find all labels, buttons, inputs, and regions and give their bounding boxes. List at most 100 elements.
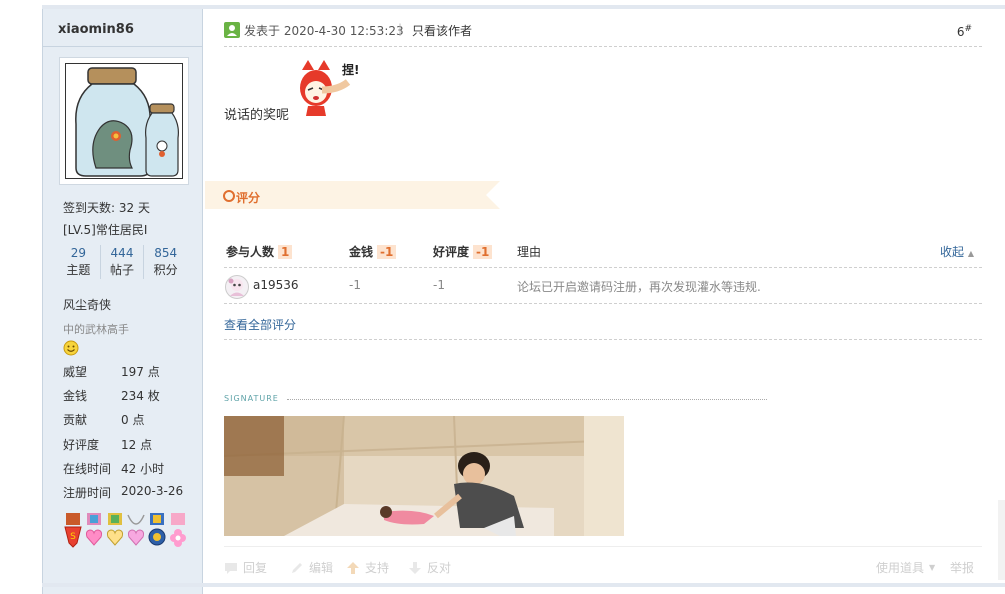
rater-reputation: -1	[433, 278, 445, 292]
rater-money: -1	[349, 278, 361, 292]
post-actions: 回复 编辑 支持 反对 使用道具 ▼ 举报	[224, 546, 982, 584]
reply-label: 回复	[243, 561, 268, 575]
oppose-label: 反对	[427, 561, 452, 575]
rater-username[interactable]: a19536	[253, 278, 299, 292]
stat-points[interactable]: 854 积分	[144, 245, 187, 279]
signature-image	[224, 416, 624, 536]
bottom-divider	[42, 583, 1005, 587]
money-label: 金钱	[349, 245, 374, 259]
use-tool-button[interactable]: 使用道具 ▼	[876, 559, 935, 576]
edit-label: 编辑	[309, 561, 334, 575]
participants-count: 1	[278, 245, 293, 259]
stat-posts-count: 444	[110, 246, 134, 260]
user-group-sub: 中的武林高手	[63, 323, 129, 336]
post-time: 发表于 2020-4-30 12:53:23	[244, 24, 404, 38]
rating-participants-header: 参与人数 1	[226, 243, 293, 260]
only-author-link[interactable]: 只看该作者	[412, 22, 472, 39]
rating-circle-icon	[223, 190, 235, 202]
online-status-icon	[224, 22, 240, 38]
profile-value: 2020-3-26	[121, 484, 184, 498]
sidebar-divider	[43, 46, 202, 47]
use-tool-label: 使用道具	[876, 561, 925, 575]
stat-posts-label: 帖子	[110, 263, 135, 277]
profile-key: 金钱	[63, 389, 88, 403]
signature-label: SIGNATURE	[224, 394, 279, 403]
medals: S	[63, 513, 188, 549]
support-label: 支持	[365, 561, 390, 575]
stat-points-count: 854	[154, 246, 178, 260]
money-total: -1	[377, 245, 397, 259]
user-stats: 29 主题 444 帖子 854 积分	[57, 245, 187, 279]
profile-key: 在线时间	[63, 462, 112, 476]
reputation-total: -1	[473, 245, 493, 259]
avatar-image	[65, 63, 183, 179]
author-username[interactable]: xiaomin86	[58, 22, 134, 37]
profile-value: 197 点	[121, 365, 160, 379]
report-label: 举报	[950, 561, 975, 575]
report-button[interactable]: 举报	[950, 559, 974, 576]
profile-key: 威望	[63, 365, 88, 379]
medal-necklace-icon[interactable]	[126, 513, 146, 549]
author-avatar[interactable]	[59, 57, 189, 185]
post-content: 说话的奖呢	[224, 108, 290, 123]
profile-contribution: 贡献 0 点	[63, 411, 144, 428]
profile-key: 贡献	[63, 413, 88, 427]
medal-flower-icon[interactable]	[168, 513, 188, 549]
profile-money: 金钱 234 枚	[63, 387, 160, 404]
rating-title: 评分	[236, 191, 261, 205]
reputation-label: 好评度	[433, 245, 470, 259]
user-level[interactable]: [LV.5]常住居民I	[63, 221, 147, 238]
rating-reason-header: 理由	[517, 245, 542, 259]
medal-gem-icon[interactable]	[105, 513, 125, 549]
scrollbar-fragment[interactable]	[998, 500, 1005, 580]
pencil-icon	[290, 561, 304, 575]
stat-points-label: 积分	[153, 263, 178, 277]
user-group[interactable]: 风尘奇侠	[63, 296, 111, 313]
author-sidebar: xiaomin86 签到天数: 32 天 [LV.5]常住居民I 29 主题 4…	[42, 9, 203, 594]
collapse-label: 收起	[940, 245, 965, 259]
profile-value: 42 小时	[121, 462, 165, 476]
smiley-icon	[63, 340, 79, 359]
view-all-ratings-link[interactable]: 查看全部评分	[224, 316, 982, 340]
profile-value: 0 点	[121, 413, 145, 427]
oppose-button[interactable]: 反对	[408, 559, 451, 576]
rating-reputation-header: 好评度 -1	[433, 243, 493, 260]
profile-value: 12 点	[121, 438, 153, 452]
stat-threads[interactable]: 29 主题	[57, 245, 101, 279]
chevron-down-icon: ▼	[929, 563, 936, 572]
post-header: 发表于 2020-4-30 12:53:23 | 只看该作者 6#	[224, 22, 982, 47]
rating-row: a19536 -1 -1 论坛已开启邀请码注册，再次发现灌水等违规.	[224, 268, 982, 304]
collapse-button[interactable]: 收起 ▲	[940, 243, 974, 260]
floor-number[interactable]: 6#	[957, 24, 972, 39]
rating-money-header: 金钱 -1	[349, 243, 397, 260]
profile-reputation: 好评度 12 点	[63, 436, 152, 453]
stat-threads-count: 29	[70, 246, 86, 260]
support-button[interactable]: 支持	[346, 559, 389, 576]
floor-mark: #	[964, 24, 972, 34]
medal-superman-icon[interactable]: S	[63, 513, 83, 549]
reply-button[interactable]: 回复	[224, 559, 267, 576]
rating-table: 参与人数 1 金钱 -1 好评度 -1 理由 收起 ▲ a19536 -1 -1 论坛…	[224, 233, 982, 304]
rater-avatar[interactable]	[225, 275, 249, 299]
profile-value: 234 枚	[121, 389, 160, 403]
medal-heart-icon[interactable]	[84, 513, 104, 549]
emoji-sticker: 捏!	[298, 60, 372, 118]
signature-divider	[287, 399, 767, 400]
profile-register-date: 注册时间 2020-3-26	[63, 484, 183, 501]
stat-threads-label: 主题	[66, 263, 91, 277]
stat-posts[interactable]: 444 帖子	[101, 245, 145, 279]
emoji-caption: 捏!	[342, 62, 359, 77]
profile-online-time: 在线时间 42 小时	[63, 460, 164, 477]
thumb-up-icon	[346, 561, 360, 575]
participants-label: 参与人数	[226, 245, 275, 259]
profile-key: 好评度	[63, 438, 100, 452]
rating-header-row: 参与人数 1 金钱 -1 好评度 -1 理由 收起 ▲	[224, 233, 982, 268]
edit-button[interactable]: 编辑	[290, 559, 333, 576]
header-separator: |	[398, 22, 403, 36]
caret-up-icon: ▲	[967, 249, 974, 258]
checkin-days: 签到天数: 32 天	[63, 201, 150, 215]
medal-blue-badge-icon[interactable]	[147, 513, 167, 549]
profile-key: 注册时间	[63, 486, 112, 500]
rater-reason: 论坛已开启邀请码注册，再次发现灌水等违规.	[517, 280, 761, 294]
reply-icon	[224, 561, 238, 575]
